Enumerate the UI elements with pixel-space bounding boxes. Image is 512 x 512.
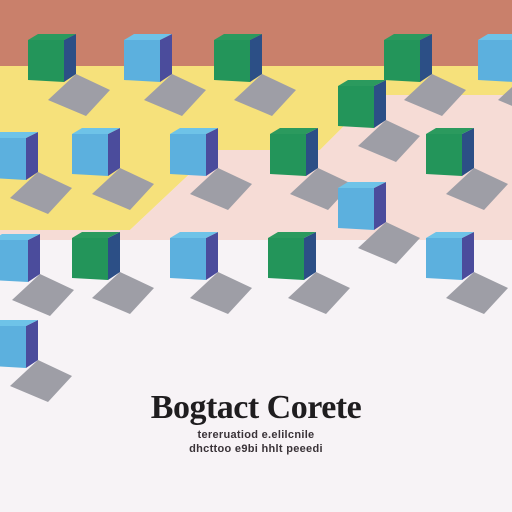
cube-side-face [26, 320, 38, 368]
blue-cube [170, 232, 218, 280]
green-cube [426, 128, 474, 176]
cube-front-face [338, 188, 374, 230]
cube-front-face [170, 238, 206, 280]
cube-side-face [206, 128, 218, 176]
cube-front-face [338, 86, 374, 128]
green-cube [72, 232, 120, 280]
cube-side-face [250, 34, 262, 82]
cube-front-face [28, 40, 64, 82]
cube-side-face [420, 34, 432, 82]
cube-side-face [108, 128, 120, 176]
green-cube [268, 232, 316, 280]
cube-side-face [64, 34, 76, 82]
cube-side-face [28, 234, 40, 282]
cube-side-face [306, 128, 318, 176]
cube-front-face [268, 238, 304, 280]
cube-front-face [478, 40, 512, 82]
blue-cube [478, 34, 512, 82]
blue-cube [338, 182, 386, 230]
blue-cube [0, 320, 38, 368]
blue-cube [72, 128, 120, 176]
green-cube [214, 34, 262, 82]
cube-side-face [462, 128, 474, 176]
green-cube [338, 80, 386, 128]
cube-front-face [270, 134, 306, 176]
cube-front-face [0, 138, 26, 180]
cube-side-face [108, 232, 120, 280]
subtitle-line-1: tereruatiod e.elilcnile [197, 429, 315, 441]
cube-side-face [374, 182, 386, 230]
blue-cube [170, 128, 218, 176]
cube-front-face [0, 326, 26, 368]
cube-front-face [72, 134, 108, 176]
cube-side-face [26, 132, 38, 180]
title-block: Bogtact Corete tereruatiod e.elilcnile d… [0, 388, 512, 456]
green-cube [270, 128, 318, 176]
blue-cube [426, 232, 474, 280]
artwork-canvas: Bogtact Corete tereruatiod e.elilcnile d… [0, 0, 512, 512]
cube-front-face [0, 240, 28, 282]
blue-cube [0, 234, 40, 282]
cube-side-face [304, 232, 316, 280]
cube-front-face [384, 40, 420, 82]
cube-front-face [170, 134, 206, 176]
cube-front-face [426, 238, 462, 280]
blue-cube [124, 34, 172, 82]
cube-side-face [374, 80, 386, 128]
cube-front-face [426, 134, 462, 176]
cube-side-face [462, 232, 474, 280]
cube-front-face [124, 40, 160, 82]
subtitle-line-2: dhcttoo e9bi hhlt peeedi [189, 443, 323, 455]
page-title: Bogtact Corete [150, 389, 362, 426]
cube-side-face [206, 232, 218, 280]
green-cube [28, 34, 76, 82]
green-cube [384, 34, 432, 82]
cube-front-face [72, 238, 108, 280]
cube-side-face [160, 34, 172, 82]
blue-cube [0, 132, 38, 180]
cube-front-face [214, 40, 250, 82]
